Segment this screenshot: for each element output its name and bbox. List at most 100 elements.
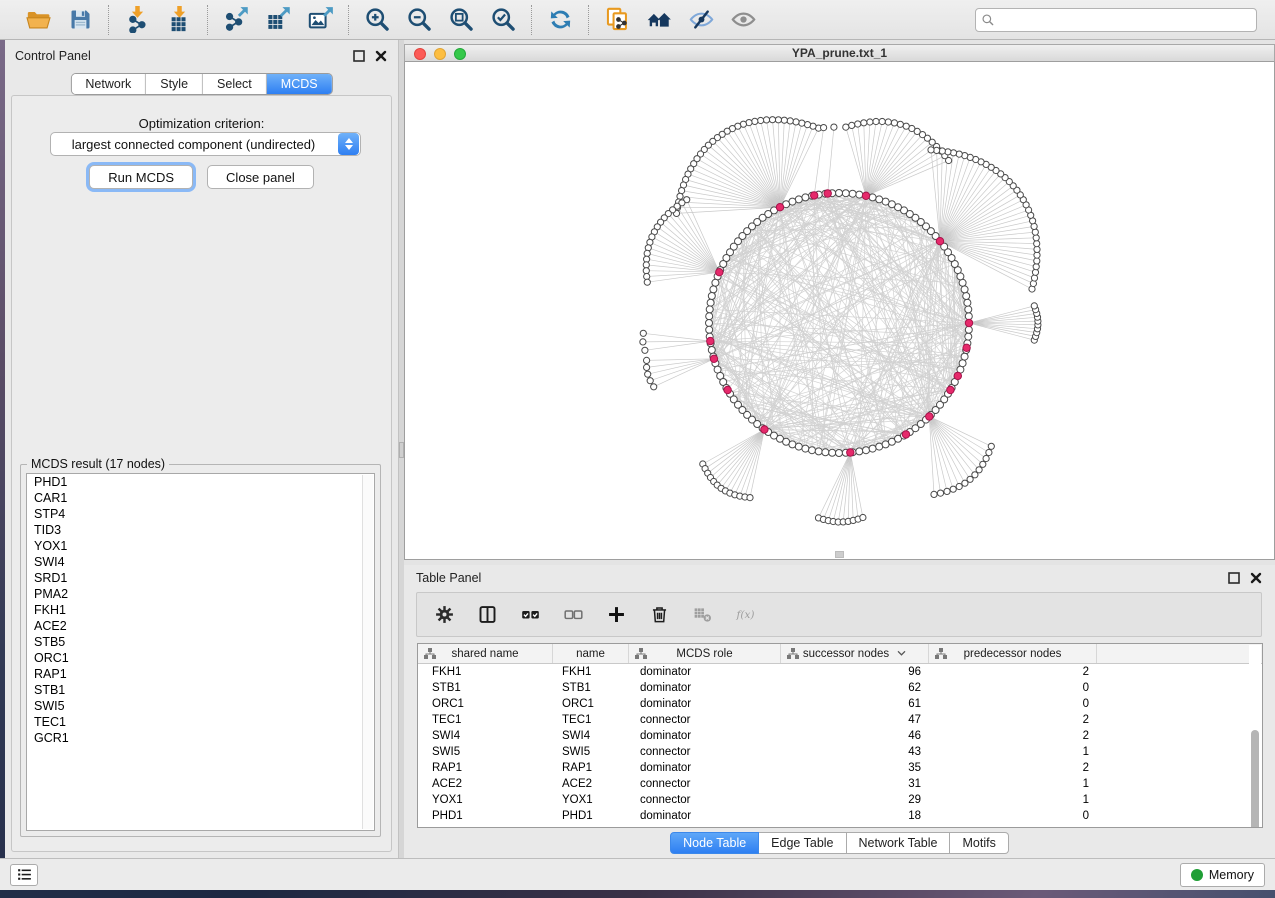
network-node[interactable] bbox=[643, 262, 649, 268]
network-node[interactable] bbox=[775, 117, 781, 123]
table-row[interactable]: PHD1PHD1dominator180 bbox=[418, 808, 1262, 824]
import-network-button[interactable] bbox=[119, 4, 155, 36]
select-all-checkboxes-button[interactable] bbox=[517, 602, 543, 628]
network-node[interactable] bbox=[961, 286, 968, 293]
network-node[interactable] bbox=[1031, 303, 1037, 309]
network-node[interactable] bbox=[903, 123, 909, 129]
eye-button[interactable] bbox=[725, 4, 761, 36]
network-node[interactable] bbox=[964, 299, 971, 306]
result-scrollbar[interactable] bbox=[362, 475, 373, 829]
network-node[interactable] bbox=[644, 250, 650, 256]
network-node[interactable] bbox=[642, 347, 648, 353]
task-history-button[interactable] bbox=[10, 864, 38, 886]
delete-column-button[interactable] bbox=[646, 602, 672, 628]
network-node[interactable] bbox=[799, 120, 805, 126]
table-row[interactable]: YOX1YOX1connector291 bbox=[418, 792, 1262, 808]
network-node[interactable] bbox=[707, 299, 714, 306]
network-node[interactable] bbox=[926, 413, 933, 420]
result-node[interactable]: ORC1 bbox=[27, 650, 374, 666]
network-node[interactable] bbox=[950, 486, 956, 492]
network-node[interactable] bbox=[708, 347, 715, 354]
network-node[interactable] bbox=[937, 490, 943, 496]
refresh-button[interactable] bbox=[542, 4, 578, 36]
table-row[interactable]: RAP1RAP1dominator352 bbox=[418, 760, 1262, 776]
network-node[interactable] bbox=[860, 514, 866, 520]
network-node[interactable] bbox=[822, 449, 829, 456]
network-node[interactable] bbox=[716, 269, 723, 276]
float-panel-button[interactable] bbox=[352, 49, 366, 63]
close-panel-button-mcds[interactable]: Close panel bbox=[207, 165, 314, 189]
result-node[interactable]: SWI5 bbox=[27, 698, 374, 714]
table-scrollbar[interactable] bbox=[1249, 645, 1261, 826]
network-node[interactable] bbox=[710, 286, 717, 293]
network-node[interactable] bbox=[802, 445, 809, 452]
network-node[interactable] bbox=[706, 326, 713, 333]
network-node[interactable] bbox=[891, 120, 897, 126]
network-node[interactable] bbox=[947, 386, 954, 393]
network-node[interactable] bbox=[965, 313, 972, 320]
network-graph[interactable] bbox=[405, 62, 1274, 560]
gear-button[interactable] bbox=[431, 602, 457, 628]
eye-slash-button[interactable] bbox=[683, 4, 719, 36]
network-node[interactable] bbox=[847, 449, 854, 456]
network-node[interactable] bbox=[885, 119, 891, 125]
network-node[interactable] bbox=[1034, 246, 1040, 252]
network-node[interactable] bbox=[931, 491, 937, 497]
result-node[interactable]: YOX1 bbox=[27, 538, 374, 554]
network-node[interactable] bbox=[787, 118, 793, 124]
zoom-selected-button[interactable] bbox=[485, 4, 521, 36]
criterion-dropdown[interactable]: largest connected component (undirected) bbox=[50, 132, 361, 156]
canvas-divider-grip[interactable] bbox=[835, 551, 844, 558]
network-node[interactable] bbox=[647, 378, 653, 384]
network-node[interactable] bbox=[976, 467, 982, 473]
network-node[interactable] bbox=[856, 448, 863, 455]
network-node[interactable] bbox=[712, 279, 719, 286]
network-node[interactable] bbox=[986, 449, 992, 455]
network-node[interactable] bbox=[1034, 241, 1040, 247]
result-node[interactable]: TID3 bbox=[27, 522, 374, 538]
network-node[interactable] bbox=[706, 313, 713, 320]
network-node[interactable] bbox=[862, 192, 869, 199]
network-node[interactable] bbox=[867, 119, 873, 125]
zoom-in-button[interactable] bbox=[359, 4, 395, 36]
memory-button[interactable]: Memory bbox=[1180, 863, 1265, 887]
result-node[interactable]: STB1 bbox=[27, 682, 374, 698]
table-scrollbar-thumb[interactable] bbox=[1251, 730, 1259, 828]
floppy-save-button[interactable] bbox=[62, 4, 98, 36]
network-node[interactable] bbox=[643, 268, 649, 274]
houses-button[interactable] bbox=[641, 4, 677, 36]
network-node[interactable] bbox=[1033, 235, 1039, 241]
table-row[interactable]: ORC1ORC1dominator610 bbox=[418, 696, 1262, 712]
network-node[interactable] bbox=[781, 117, 787, 123]
network-node[interactable] bbox=[849, 122, 855, 128]
network-node[interactable] bbox=[1034, 258, 1040, 264]
tab-mcds[interactable]: MCDS bbox=[267, 74, 332, 94]
tab-network[interactable]: Network bbox=[71, 74, 146, 94]
table-row[interactable]: SWI4SWI4dominator462 bbox=[418, 728, 1262, 744]
float-table-panel-button[interactable] bbox=[1227, 571, 1241, 585]
network-node[interactable] bbox=[763, 117, 769, 123]
network-node[interactable] bbox=[965, 326, 972, 333]
table-row[interactable]: FKH1FKH1dominator962 bbox=[418, 664, 1262, 680]
network-node[interactable] bbox=[965, 333, 972, 340]
network-node[interactable] bbox=[897, 121, 903, 127]
result-node[interactable]: PMA2 bbox=[27, 586, 374, 602]
network-canvas[interactable] bbox=[404, 62, 1275, 560]
export-image-button[interactable] bbox=[302, 4, 338, 36]
network-node[interactable] bbox=[842, 190, 849, 197]
export-network-button[interactable] bbox=[218, 4, 254, 36]
zoom-fit-button[interactable] bbox=[443, 4, 479, 36]
network-node[interactable] bbox=[849, 190, 856, 197]
network-node[interactable] bbox=[965, 319, 972, 326]
close-window-icon[interactable] bbox=[414, 48, 426, 60]
network-node[interactable] bbox=[836, 190, 843, 197]
table-row[interactable]: ACE2ACE2connector311 bbox=[418, 776, 1262, 792]
tab-style[interactable]: Style bbox=[146, 74, 203, 94]
network-node[interactable] bbox=[802, 194, 809, 201]
table-row[interactable]: SWI5SWI5connector431 bbox=[418, 744, 1262, 760]
zoom-out-button[interactable] bbox=[401, 4, 437, 36]
network-node[interactable] bbox=[795, 443, 802, 450]
close-panel-button[interactable] bbox=[374, 49, 388, 63]
result-node[interactable]: STB5 bbox=[27, 634, 374, 650]
split-columns-button[interactable] bbox=[474, 602, 500, 628]
